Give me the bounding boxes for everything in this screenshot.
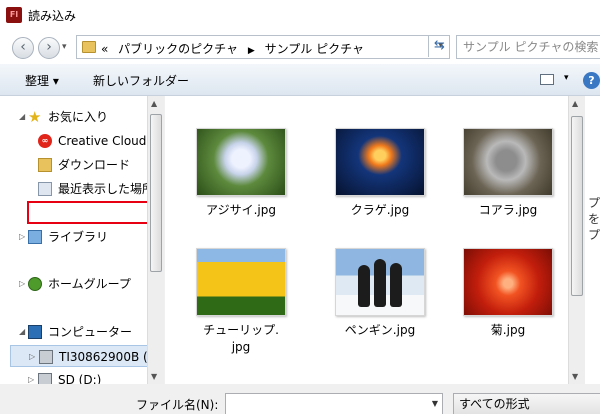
forward-button[interactable]: › <box>38 37 60 59</box>
list-item[interactable]: コアラ.jpg <box>448 128 568 219</box>
sidebar-item-label: ダウンロード <box>58 158 131 172</box>
list-item[interactable]: アジサイ.jpg <box>181 128 301 219</box>
breadcrumb-path: « パブリックのピクチャ ▶ サンプル ピクチャ <box>101 40 364 57</box>
new-folder-button[interactable]: 新しいフォルダー <box>93 72 189 89</box>
file-name: 菊.jpg <box>490 323 526 337</box>
navigation-pane: ◢ ★ お気に入り ∞ Creative Cloud ダウンロード 最近表示した… <box>0 96 147 384</box>
breadcrumb-overflow-chevron[interactable]: « <box>101 42 108 56</box>
list-item[interactable]: ペンギン.jpg <box>320 248 440 339</box>
expand-arrow-icon[interactable]: ▷ <box>19 226 25 248</box>
back-button[interactable]: ‹ <box>12 37 34 59</box>
sidebar-item-label: TI30862900B (C <box>59 350 147 364</box>
file-name: アジサイ.jpg <box>206 203 276 217</box>
view-mode-icon[interactable] <box>540 74 554 85</box>
folder-icon <box>82 41 96 53</box>
preview-pane: プ を プ <box>585 96 600 384</box>
highlight-annotation-box <box>27 201 151 224</box>
help-icon[interactable]: ? <box>583 72 600 89</box>
list-item[interactable]: クラゲ.jpg <box>320 128 440 219</box>
view-dropdown-icon[interactable]: ▾ <box>564 73 569 83</box>
scrollbar-thumb[interactable] <box>571 116 583 296</box>
sidebar-item-downloads[interactable]: ダウンロード <box>0 154 147 176</box>
sidebar-item-homegroup[interactable]: ▷ ホームグループ <box>0 273 147 295</box>
scroll-up-icon[interactable]: ▲ <box>151 99 157 108</box>
app-icon: Fl <box>6 7 22 23</box>
search-input[interactable]: サンプル ピクチャの検索 <box>456 35 600 59</box>
file-name-line: チューリップ. <box>203 323 279 337</box>
preview-text: プ <box>588 196 600 210</box>
filename-label: ファイル名(N): <box>136 398 219 412</box>
drive-icon <box>39 350 53 364</box>
sidebar-item-label: Creative Cloud <box>58 134 147 148</box>
sidebar-item-favorites[interactable]: ◢ ★ お気に入り <box>0 106 147 128</box>
sidebar-item-label: 最近表示した場所 <box>58 182 147 196</box>
preview-text: を <box>588 212 600 226</box>
expand-arrow-icon[interactable]: ▷ <box>28 369 34 384</box>
chevron-down-icon[interactable]: ▼ <box>432 399 438 408</box>
image-thumbnail <box>463 248 553 316</box>
window-title: 読み込み <box>28 9 77 23</box>
file-list-scrollbar[interactable]: ▲ ▼ <box>568 96 585 384</box>
file-type-select[interactable]: すべての形式 <box>453 393 600 414</box>
sidebar-item-libraries[interactable]: ▷ ライブラリ <box>0 226 147 248</box>
list-item[interactable]: チューリップ. jpg <box>181 248 301 356</box>
scrollbar-thumb[interactable] <box>150 114 162 272</box>
recent-locations-dropdown-icon[interactable]: ▾ <box>62 42 67 52</box>
filename-field[interactable]: ▼ <box>225 393 443 414</box>
sidebar-item-label: SD (D:) <box>58 373 102 384</box>
image-thumbnail <box>335 248 425 316</box>
sidebar-item-creative-cloud[interactable]: ∞ Creative Cloud <box>0 130 147 152</box>
refresh-button[interactable]: ⇆ <box>428 35 450 57</box>
scroll-up-icon[interactable]: ▲ <box>572 99 578 108</box>
breadcrumb-item-sample-pictures[interactable]: サンプル ピクチャ <box>265 42 364 56</box>
sidebar-item-label: ホームグループ <box>48 277 131 291</box>
file-name-line: jpg <box>231 340 251 354</box>
sidebar-item-computer[interactable]: ◢ コンピューター <box>0 321 147 343</box>
homegroup-icon <box>28 277 42 291</box>
sidebar-item-label: コンピューター <box>48 325 133 339</box>
sidebar-item-drive-c[interactable]: ▷ TI30862900B (C <box>10 345 147 367</box>
image-thumbnail <box>196 128 286 196</box>
computer-icon <box>28 325 42 339</box>
sidebar-item-label: ライブラリ <box>48 230 109 244</box>
expand-arrow-icon[interactable]: ▷ <box>29 346 35 368</box>
scroll-down-icon[interactable]: ▼ <box>151 372 157 381</box>
list-item[interactable]: 菊.jpg <box>448 248 568 339</box>
preview-text: プ <box>588 228 600 242</box>
library-icon <box>28 230 42 244</box>
creative-cloud-icon: ∞ <box>38 134 52 148</box>
recent-places-icon <box>38 182 52 196</box>
file-list: アジサイ.jpg クラゲ.jpg コアラ.jpg チューリップ. jpg ペンギ… <box>165 96 568 384</box>
image-thumbnail <box>463 128 553 196</box>
file-name: コアラ.jpg <box>478 203 538 217</box>
file-name: クラゲ.jpg <box>350 203 410 217</box>
scroll-down-icon[interactable]: ▼ <box>572 372 578 381</box>
title-bar: Fl 読み込み <box>0 0 600 30</box>
breadcrumb-separator-icon[interactable]: ▶ <box>248 46 255 56</box>
file-name: ペンギン.jpg <box>344 323 416 337</box>
collapse-arrow-icon[interactable]: ◢ <box>19 321 25 343</box>
expand-arrow-icon[interactable]: ▷ <box>19 273 25 295</box>
image-thumbnail <box>196 248 286 316</box>
sidebar-item-label: お気に入り <box>48 110 109 124</box>
penguin-shape <box>390 263 402 307</box>
sidebar-item-recent-places[interactable]: 最近表示した場所 <box>0 178 147 200</box>
collapse-arrow-icon[interactable]: ◢ <box>19 106 25 128</box>
command-bar: 整理 ▾ 新しいフォルダー ▾ ? <box>0 64 600 96</box>
penguin-shape <box>374 259 386 307</box>
filename-bar: ファイル名(N): ▼ すべての形式 <box>0 384 600 414</box>
breadcrumb-item-public-pictures[interactable]: パブリックのピクチャ <box>118 42 238 56</box>
organize-button[interactable]: 整理 ▾ <box>25 72 59 89</box>
file-name: チューリップ. jpg <box>181 322 301 356</box>
star-icon: ★ <box>28 108 42 126</box>
image-thumbnail <box>335 128 425 196</box>
sidebar-item-sd-drive[interactable]: ▷ SD (D:) <box>0 369 147 384</box>
download-folder-icon <box>38 158 52 172</box>
penguin-shape <box>358 265 370 307</box>
sd-drive-icon <box>38 373 52 384</box>
address-bar: ‹ › ▾ « パブリックのピクチャ ▶ サンプル ピクチャ ▾ ⇆ サンプル … <box>0 30 600 64</box>
navigation-scrollbar[interactable]: ▲ ▼ <box>147 96 164 384</box>
breadcrumb[interactable]: « パブリックのピクチャ ▶ サンプル ピクチャ ▾ <box>76 35 450 59</box>
